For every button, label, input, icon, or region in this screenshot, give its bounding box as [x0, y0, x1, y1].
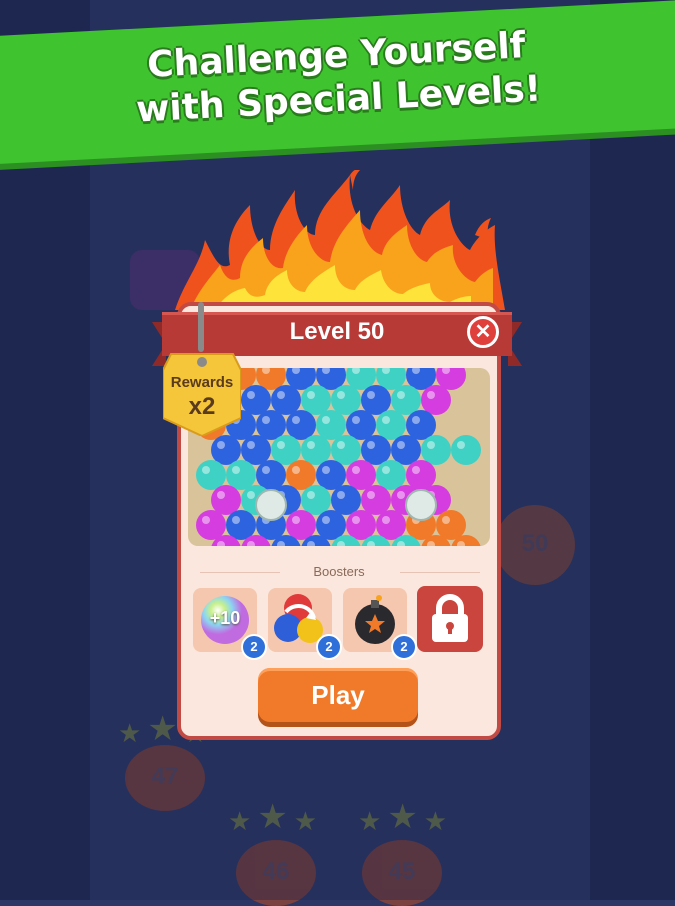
bubble [196, 460, 226, 490]
booster-locked-slot[interactable] [417, 586, 483, 652]
rewards-multiplier: x2 [188, 393, 216, 420]
bubble [361, 435, 391, 465]
bubble [331, 485, 361, 515]
bubble [241, 385, 271, 415]
bubble [421, 385, 451, 415]
bubble [436, 510, 466, 540]
boosters-divider-right [400, 572, 480, 573]
bubble [391, 435, 421, 465]
close-icon: ✕ [474, 321, 492, 343]
booster-plus-ten-label: +10 [209, 608, 241, 628]
bubble [376, 510, 406, 540]
booster-plus-ten-count: 2 [241, 634, 267, 660]
bubble [211, 435, 241, 465]
bubble [226, 510, 256, 540]
lock-icon [432, 594, 468, 642]
bubble [376, 410, 406, 440]
bubble [211, 485, 241, 515]
play-button[interactable]: Play [258, 668, 418, 722]
close-button[interactable]: ✕ [467, 316, 499, 348]
bubble [346, 510, 376, 540]
booster-color-swap-count: 2 [316, 634, 342, 660]
bubble [316, 510, 346, 540]
booster-plus-ten[interactable]: +10 2 [193, 588, 267, 660]
special-bubble [405, 489, 437, 521]
bubble [256, 460, 286, 490]
bubble [196, 510, 226, 540]
special-bubble [255, 489, 287, 521]
bubble [286, 460, 316, 490]
bubble [286, 410, 316, 440]
bubble [301, 385, 331, 415]
bubble [271, 385, 301, 415]
bubble [286, 510, 316, 540]
bubble [346, 410, 376, 440]
bubble [361, 485, 391, 515]
bubble [301, 485, 331, 515]
booster-bomb-count: 2 [391, 634, 417, 660]
bubble [271, 435, 301, 465]
bubble [406, 410, 436, 440]
rewards-tag-text: Rewards x2 [163, 374, 241, 421]
bubble [346, 460, 376, 490]
bubble [331, 385, 361, 415]
bubble [376, 460, 406, 490]
bubble [391, 385, 421, 415]
booster-bomb[interactable]: 2 [343, 588, 417, 660]
bubble [331, 435, 361, 465]
booster-color-swap[interactable]: 2 [268, 588, 342, 660]
bubble [451, 435, 481, 465]
bubble [241, 435, 271, 465]
bubble [421, 435, 451, 465]
bubble [301, 435, 331, 465]
bubble [406, 460, 436, 490]
bubble [316, 460, 346, 490]
bubble [316, 410, 346, 440]
rewards-label: Rewards [170, 374, 234, 391]
fire-flames-decoration [175, 170, 505, 310]
bubble [256, 410, 286, 440]
bubble [226, 460, 256, 490]
bubble [361, 385, 391, 415]
